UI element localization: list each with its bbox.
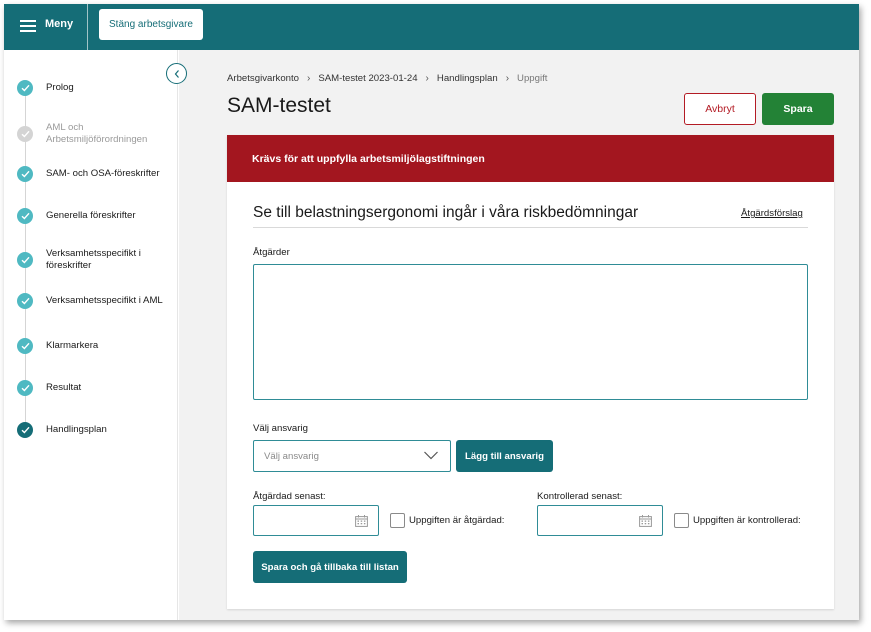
step-item[interactable]: Klarmarkera: [17, 338, 166, 354]
action-suggestions-link[interactable]: Åtgärdsförslag: [741, 208, 803, 219]
task-card: Krävs för att uppfylla arbetsmiljölagsti…: [227, 135, 834, 609]
actions-textarea[interactable]: [253, 264, 808, 400]
add-responsible-button[interactable]: Lägg till ansvarig: [456, 440, 553, 472]
checked-by-date-input[interactable]: [537, 505, 663, 536]
done-checkbox-label: Uppgiften är åtgärdad:: [409, 515, 505, 526]
step-item[interactable]: Generella föreskrifter: [17, 208, 166, 224]
hamburger-icon: [20, 20, 36, 32]
responsible-select[interactable]: Välj ansvarig: [253, 440, 451, 472]
done-checkbox[interactable]: [390, 513, 405, 528]
check-icon: [17, 125, 33, 142]
step-item[interactable]: AML och Arbetsmiljöförordningen: [17, 122, 166, 145]
task-title: Se till belastningsergonomi ingår i våra…: [253, 204, 639, 221]
responsible-select-placeholder: Välj ansvarig: [264, 450, 319, 462]
breadcrumb-separator: ›: [307, 73, 311, 84]
check-icon: [17, 251, 33, 268]
checked-checkbox-label: Uppgiften är kontrollerad:: [693, 515, 801, 526]
step-label: SAM- och OSA-föreskrifter: [46, 168, 160, 180]
menu-button[interactable]: Meny: [4, 4, 88, 50]
breadcrumb-separator: ›: [505, 73, 510, 84]
app-window: Meny Stäng arbetsgivare Prolog AML och Ar…: [4, 4, 859, 620]
save-and-back-button[interactable]: Spara och gå tillbaka till listan: [253, 551, 407, 583]
collapse-sidebar-button[interactable]: [166, 63, 187, 84]
check-icon: [17, 293, 33, 309]
breadcrumb-item-plan[interactable]: Handlingsplan: [437, 73, 498, 84]
step-item[interactable]: Verksamhetsspecifikt i föreskrifter: [17, 248, 166, 271]
step-item[interactable]: SAM- och OSA-föreskrifter: [17, 166, 166, 182]
breadcrumb-separator: ›: [425, 73, 429, 84]
chevron-down-icon: [424, 451, 438, 460]
check-icon: [17, 380, 33, 396]
step-label: Handlingsplan: [46, 424, 107, 436]
check-icon: [17, 338, 33, 354]
done-by-date-input[interactable]: [253, 505, 379, 536]
calendar-icon: [355, 515, 368, 527]
page-title: SAM-testet: [227, 94, 331, 117]
step-item[interactable]: Verksamhetsspecifikt i AML: [17, 293, 166, 309]
actions-label: Åtgärder: [253, 247, 290, 258]
step-label: Generella föreskrifter: [46, 210, 136, 222]
main-content: Arbetsgivarkonto › SAM-testet 2023-01-24…: [179, 50, 859, 620]
calendar-icon: [639, 515, 652, 527]
sidebar: Prolog AML och Arbetsmiljöförordningen SAM…: [4, 50, 178, 620]
step-item[interactable]: Resultat: [17, 380, 166, 396]
checked-by-label: Kontrollerad senast:: [537, 491, 623, 502]
check-icon: [17, 80, 33, 96]
save-button[interactable]: Spara: [762, 93, 834, 125]
checked-checkbox[interactable]: [674, 513, 689, 528]
step-label: Resultat: [46, 382, 82, 394]
breadcrumb: Arbetsgivarkonto › SAM-testet 2023-01-24…: [227, 73, 547, 84]
requirement-alert: Krävs för att uppfylla arbetsmiljölagsti…: [227, 135, 834, 182]
check-icon: [17, 166, 33, 182]
check-icon: [17, 208, 33, 224]
breadcrumb-item-survey[interactable]: SAM-testet 2023-01-24: [318, 73, 417, 84]
done-by-label: Åtgärdad senast:: [253, 491, 326, 502]
step-label: AML och Arbetsmiljöförordningen: [46, 122, 148, 145]
step-item[interactable]: Prolog: [17, 80, 166, 96]
close-employer-button[interactable]: Stäng arbetsgivare: [99, 9, 203, 40]
check-icon: [17, 422, 33, 438]
chevron-left-icon: [174, 69, 179, 78]
step-label: Verksamhetsspecifikt i föreskrifter: [46, 248, 141, 271]
step-item[interactable]: Handlingsplan: [17, 422, 166, 438]
breadcrumb-item-account[interactable]: Arbetsgivarkonto: [227, 73, 299, 84]
menu-label: Meny: [45, 18, 74, 30]
step-label: Verksamhetsspecifikt i AML: [46, 295, 163, 307]
top-bar: Meny Stäng arbetsgivare: [4, 4, 859, 50]
step-label: Prolog: [46, 82, 74, 94]
cancel-button[interactable]: Avbryt: [684, 93, 756, 125]
breadcrumb-current: Uppgift: [517, 73, 548, 84]
step-label: Klarmarkera: [46, 340, 99, 352]
responsible-label: Välj ansvarig: [253, 423, 308, 434]
divider: [253, 227, 808, 228]
